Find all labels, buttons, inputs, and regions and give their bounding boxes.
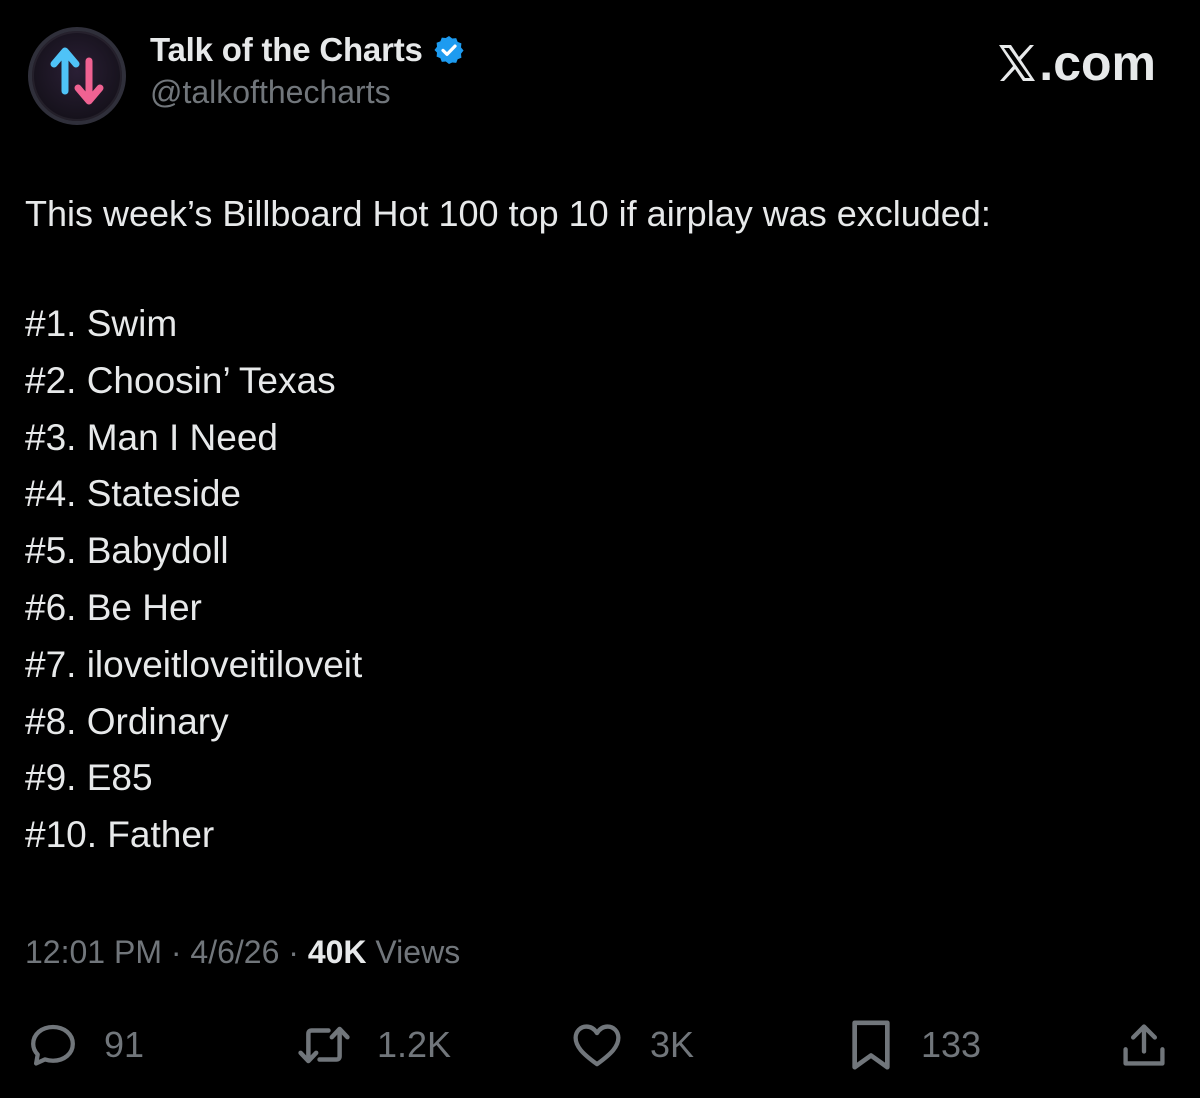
views-label: Views bbox=[366, 934, 461, 970]
bookmark-icon bbox=[852, 1020, 890, 1070]
avatar[interactable] bbox=[28, 27, 126, 125]
repost-count: 1.2K bbox=[377, 1024, 452, 1065]
list-item: #5. Babydoll bbox=[25, 530, 229, 572]
tweet-time[interactable]: 12:01 PM bbox=[25, 934, 162, 970]
reply-icon bbox=[31, 1024, 75, 1066]
action-bar: 91 1.2K 3K 133 bbox=[0, 1010, 1200, 1080]
tweet-text: This week’s Billboard Hot 100 top 10 if … bbox=[25, 186, 1175, 242]
x-com-watermark: .com bbox=[997, 34, 1156, 92]
list-item: #9. E85 bbox=[25, 757, 153, 799]
list-item: #1. Swim bbox=[25, 303, 178, 344]
meta-separator: · bbox=[161, 934, 191, 970]
like-button[interactable]: 3K bbox=[568, 1010, 694, 1080]
up-down-arrows-icon bbox=[50, 47, 104, 105]
list-item: #10. Father bbox=[25, 814, 215, 856]
list-item: #3. Man I Need bbox=[25, 416, 278, 458]
like-count: 3K bbox=[650, 1024, 695, 1065]
bookmark-button[interactable]: 133 bbox=[845, 1010, 981, 1080]
repost-button[interactable]: 1.2K bbox=[295, 1010, 451, 1080]
views-count: 40K bbox=[307, 934, 367, 970]
list-item: #7. iloveitloveitiloveit bbox=[25, 643, 363, 685]
tweet-date[interactable]: 4/6/26 bbox=[190, 934, 279, 970]
author-name-row: Talk of the Charts bbox=[150, 28, 465, 72]
brand-label: .com bbox=[1039, 35, 1156, 91]
meta-separator: · bbox=[279, 934, 308, 970]
repost-icon bbox=[298, 1026, 350, 1064]
heart-icon bbox=[573, 1024, 621, 1067]
list-item: #2. Choosin’ Texas bbox=[25, 359, 336, 401]
list-item: #4. Stateside bbox=[25, 473, 241, 515]
chart-list: #1. Swim #2. Choosin’ Texas #3. Man I Ne… bbox=[25, 296, 362, 864]
share-button[interactable] bbox=[1118, 1010, 1170, 1080]
reply-count: 91 bbox=[104, 1024, 145, 1065]
reply-button[interactable]: 91 bbox=[26, 1010, 144, 1080]
x-logo-icon bbox=[999, 45, 1036, 81]
list-item: #8. Ordinary bbox=[25, 700, 229, 742]
author-handle[interactable]: @talkofthecharts bbox=[150, 74, 391, 111]
tweet-intro: This week’s Billboard Hot 100 top 10 if … bbox=[25, 193, 991, 234]
author-display-name[interactable]: Talk of the Charts bbox=[150, 31, 423, 69]
list-item: #6. Be Her bbox=[25, 586, 202, 628]
share-icon bbox=[1123, 1024, 1165, 1066]
bookmark-count: 133 bbox=[921, 1024, 982, 1065]
tweet-meta: 12:01 PM · 4/6/26 · 40K Views bbox=[25, 934, 460, 971]
verified-badge-icon bbox=[434, 36, 464, 64]
